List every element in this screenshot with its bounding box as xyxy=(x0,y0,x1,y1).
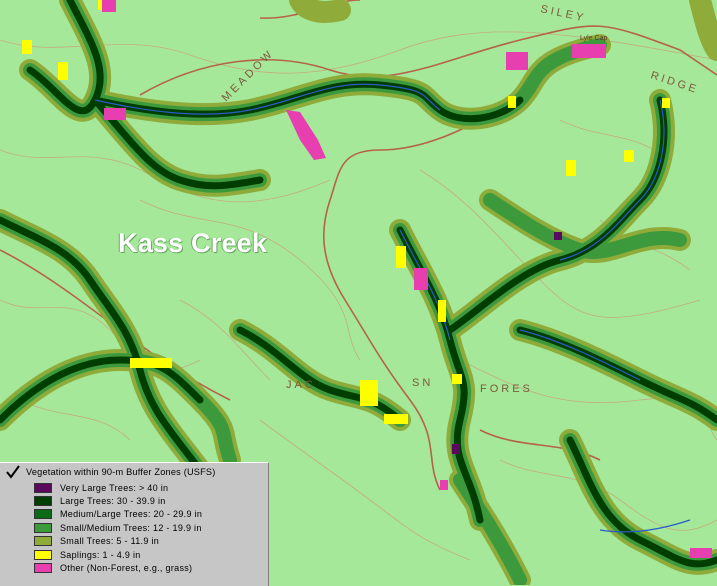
forest-label: SN xyxy=(412,377,433,389)
legend-item-label: Medium/Large Trees: 20 - 29.9 in xyxy=(60,509,203,520)
small-label: Lyle Cap xyxy=(580,35,607,42)
place-label-kass-creek: Kass Creek xyxy=(118,228,268,258)
forest-label: JAC xyxy=(286,379,316,391)
legend-item-label: Small/Medium Trees: 12 - 19.9 in xyxy=(60,522,202,533)
legend-swatch xyxy=(34,496,52,507)
legend-item-label: Large Trees: 30 - 39.9 in xyxy=(60,496,166,507)
map-legend: Vegetation within 90-m Buffer Zones (USF… xyxy=(0,462,269,586)
legend-item-label: Small Trees: 5 - 11.9 in xyxy=(60,536,160,547)
legend-item: Small/Medium Trees: 12 - 19.9 in xyxy=(0,521,268,534)
legend-item-label: Very Large Trees: > 40 in xyxy=(60,482,169,493)
legend-swatch xyxy=(34,482,52,493)
legend-title: Vegetation within 90-m Buffer Zones (USF… xyxy=(26,467,216,477)
legend-header: Vegetation within 90-m Buffer Zones (USF… xyxy=(0,463,268,481)
legend-swatch xyxy=(34,522,52,533)
legend-item: Small Trees: 5 - 11.9 in xyxy=(0,535,268,548)
legend-item-label: Other (Non-Forest, e.g., grass) xyxy=(60,563,193,574)
legend-item: Medium/Large Trees: 20 - 29.9 in xyxy=(0,508,268,521)
forest-label: FORES xyxy=(480,383,533,395)
legend-swatch xyxy=(34,549,52,560)
legend-item-label: Saplings: 1 - 4.9 in xyxy=(60,549,141,560)
legend-item: Other (Non-Forest, e.g., grass) xyxy=(0,561,268,574)
legend-item: Saplings: 1 - 4.9 in xyxy=(0,548,268,561)
legend-swatch xyxy=(34,536,52,547)
legend-swatch xyxy=(34,563,52,574)
legend-swatch xyxy=(34,509,52,520)
checkbox-checkmark-icon[interactable] xyxy=(6,465,20,479)
legend-item: Large Trees: 30 - 39.9 in xyxy=(0,494,268,507)
legend-item: Very Large Trees: > 40 in xyxy=(0,481,268,494)
